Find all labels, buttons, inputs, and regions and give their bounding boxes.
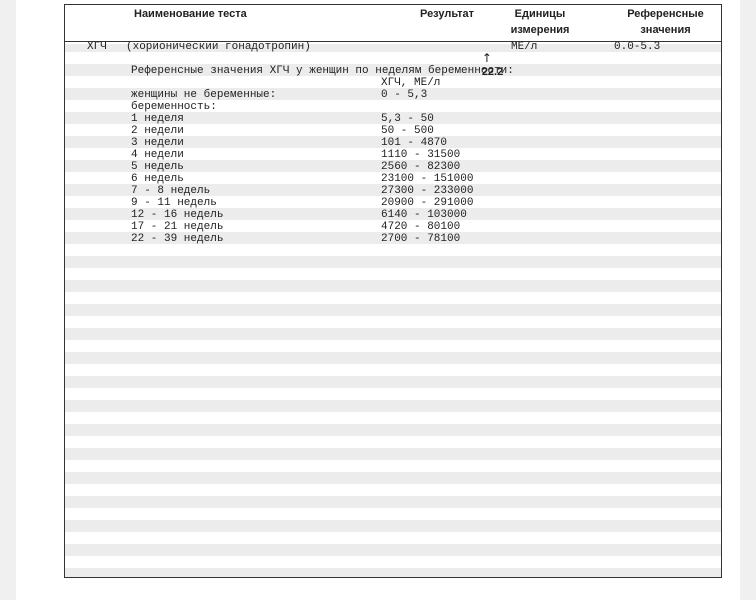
ref-row-label: 1 неделя [131, 113, 184, 125]
ref-row-value: 50 - 500 [381, 125, 434, 137]
ref-row-label: 2 недели [131, 125, 184, 137]
test-code: ХГЧ [87, 41, 107, 53]
arrow-up-icon: ↑ [481, 51, 492, 65]
ref-row-value: 4720 - 80100 [381, 221, 461, 233]
ref-row-value: 6140 - 103000 [381, 209, 467, 221]
ref-row-value: 1110 - 31500 [381, 149, 461, 161]
header-result: Результат [420, 8, 475, 20]
ref-row-label: 12 - 16 недель [131, 209, 224, 221]
header-ref-line1: Референсные [627, 8, 704, 20]
header-units-line2: измерения [510, 24, 570, 36]
ref-row-label: 3 недели [131, 137, 184, 149]
ref-row-value: 27300 - 233000 [381, 185, 474, 197]
header-test-name: Наименование теста [134, 8, 247, 20]
header-ref-line2: значения [640, 24, 691, 36]
ref-intro: Референсные значения ХГЧ у женщин по нед… [131, 65, 514, 77]
test-reference: 0.0-5.3 [614, 41, 661, 53]
test-name: (хорионический гонадотропин) [126, 41, 311, 53]
ref-row-label: 17 - 21 недель [131, 221, 224, 233]
ref-row-label: 7 - 8 недель [131, 185, 211, 197]
ref-row-value: 0 - 5,3 [381, 89, 428, 101]
ref-row-label: женщины не беременные: [131, 89, 277, 101]
ref-row-value: 20900 - 291000 [381, 197, 474, 209]
ref-row-label: 9 - 11 недель [131, 197, 217, 209]
ref-row-value: 2700 - 78100 [381, 233, 461, 245]
ref-row-label: 22 - 39 недель [131, 233, 224, 245]
test-units: МЕ/л [511, 41, 538, 53]
ref-unit-header: ХГЧ, МЕ/л [381, 77, 441, 89]
ref-row-value: 5,3 - 50 [381, 113, 434, 125]
ref-row-value: 2560 - 82300 [381, 161, 461, 173]
header-units-line1: Единицы [514, 8, 566, 20]
table-header: Наименование теста Результат Единицы изм… [65, 5, 721, 42]
ref-row-label: 6 недель [131, 173, 184, 185]
document-page: Наименование теста Результат Единицы изм… [16, 0, 740, 600]
ref-row-label: беременность: [131, 101, 217, 113]
ref-row-label: 4 недели [131, 149, 184, 161]
results-frame: Наименование теста Результат Единицы изм… [64, 4, 722, 578]
ref-row-value: 101 - 4870 [381, 137, 448, 149]
ref-row-value: 23100 - 151000 [381, 173, 474, 185]
ref-row-label: 5 недель [131, 161, 184, 173]
